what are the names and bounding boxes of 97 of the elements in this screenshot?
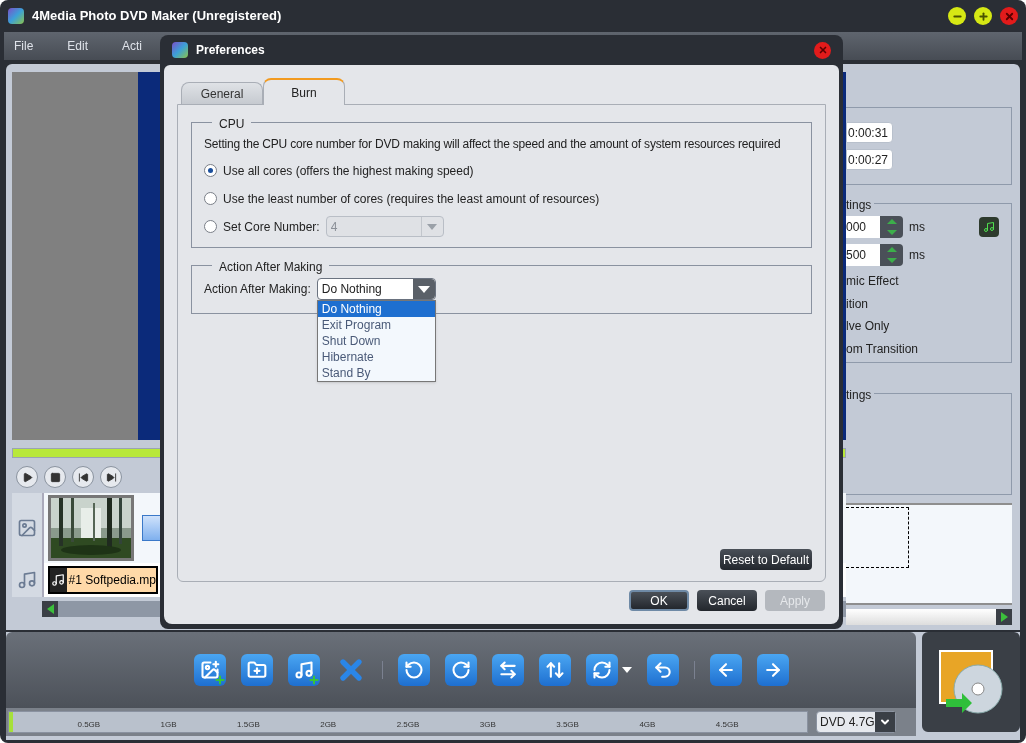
close-icon <box>817 45 828 55</box>
cycle-button[interactable] <box>585 654 618 686</box>
app-icon <box>8 8 24 24</box>
drop-placeholder <box>846 507 909 568</box>
disc-size-select[interactable]: DVD 4.7G <box>816 711 896 733</box>
dialog-icon <box>172 42 188 58</box>
unit-label: ms <box>909 247 925 264</box>
rotate-left-icon <box>403 660 424 680</box>
spin-button[interactable] <box>880 244 903 266</box>
radio-button[interactable] <box>204 164 217 177</box>
play-icon <box>21 471 33 483</box>
reset-button[interactable]: Reset to Default <box>719 549 812 570</box>
scroll-right-button[interactable] <box>996 609 1012 625</box>
unit-label: ms <box>909 219 925 236</box>
capacity-tick-label: 3.5GB <box>556 719 579 731</box>
music-button[interactable] <box>979 217 999 237</box>
rotate-right-button[interactable] <box>444 654 477 686</box>
swap-horizontal-icon <box>497 660 518 680</box>
maximize-icon <box>977 10 989 22</box>
swap-vertical-icon <box>544 660 565 680</box>
menu-item[interactable]: Edit <box>67 37 89 55</box>
arrow-left-button[interactable] <box>709 654 742 686</box>
time-field[interactable]: 0:00:27 <box>846 149 893 170</box>
minimize-button[interactable] <box>948 7 966 25</box>
option-label: mic Effect <box>846 273 900 290</box>
tab[interactable]: General <box>181 82 263 104</box>
rotate-right-icon <box>450 660 471 680</box>
caret-icon[interactable] <box>621 667 632 673</box>
maximize-button[interactable] <box>974 7 992 25</box>
plus-icon <box>213 674 226 686</box>
dialog-title: Preferences <box>196 42 265 59</box>
swap-horizontal-button[interactable] <box>491 654 524 686</box>
close-button[interactable] <box>1000 7 1018 25</box>
capacity-tick-label: 4GB <box>639 719 656 731</box>
close-button[interactable] <box>814 41 831 59</box>
plus-icon <box>307 674 320 686</box>
next-button[interactable] <box>100 466 122 488</box>
cycle-icon <box>591 660 612 680</box>
capacity-tick-label: 3GB <box>479 719 496 731</box>
note-icon <box>51 573 66 587</box>
action-select[interactable]: Do Nothing <box>316 278 436 300</box>
add-folder-button[interactable] <box>240 654 273 686</box>
burn-button[interactable] <box>922 632 1020 732</box>
dropdown-option[interactable]: Shut Down <box>317 333 435 349</box>
dropdown-option[interactable]: Hibernate <box>317 349 435 365</box>
capacity-tick-label: 0.5GB <box>77 719 101 731</box>
disc-burn-icon <box>936 647 1006 717</box>
capacity-tick-label: 1GB <box>160 719 177 731</box>
dropdown-option[interactable]: Do Nothing <box>317 301 435 317</box>
dropdown-option[interactable]: Exit Program <box>317 317 435 333</box>
dropdown-option[interactable]: Stand By <box>317 365 435 381</box>
music-track-icon <box>17 570 37 590</box>
add-music-button[interactable] <box>287 654 320 686</box>
add-image-icon <box>199 660 220 680</box>
dialog-button[interactable]: Cancel <box>697 590 757 611</box>
add-folder-icon <box>246 660 267 680</box>
audio-clip-name: #1 Softpedia.mp <box>67 572 156 589</box>
option-label: ition <box>846 295 869 313</box>
duration-field[interactable]: 500 <box>846 244 880 266</box>
capacity-tick-label: 4.5GB <box>715 719 739 731</box>
radio-label: Use the least number of cores (requires the least amount of resources) <box>223 190 600 208</box>
arrow-right-button[interactable] <box>756 654 789 686</box>
rotate-left-button[interactable] <box>397 654 430 686</box>
radio-button[interactable] <box>204 220 217 233</box>
stop-icon <box>49 471 61 483</box>
add-music-icon <box>293 660 314 680</box>
duration-field[interactable]: 000 <box>846 216 880 238</box>
option-label: lve Only <box>846 318 891 335</box>
music-icon <box>983 221 995 233</box>
scroll-left-button[interactable] <box>42 601 58 617</box>
window-title: 4Media Photo DVD Maker (Unregistered) <box>32 7 282 26</box>
spin-button[interactable] <box>880 216 903 238</box>
cpu-description: Setting the CPU core number for DVD making will affect the speed and the amount of system resources required <box>204 136 782 153</box>
play-button[interactable] <box>16 466 38 488</box>
radio-button[interactable] <box>204 192 217 205</box>
capacity-tick-label: 1.5GB <box>237 719 260 731</box>
undo-icon <box>652 660 673 680</box>
menu-item[interactable]: Acti <box>122 37 143 55</box>
tab[interactable]: Burn <box>263 78 345 105</box>
undo-button[interactable] <box>646 654 679 686</box>
close-icon <box>1003 10 1015 22</box>
dialog-button[interactable]: OK <box>629 590 689 611</box>
capacity-tick-label: 2.5GB <box>396 719 420 731</box>
photo-track-icon <box>17 518 37 538</box>
menu-item[interactable]: File <box>14 37 34 55</box>
next-icon <box>105 471 117 483</box>
previous-button[interactable] <box>72 466 94 488</box>
previous-icon <box>77 471 89 483</box>
stop-button[interactable] <box>44 466 66 488</box>
radio-label: Set Core Number: <box>223 218 320 236</box>
option-label: om Transition <box>846 340 920 358</box>
radio-label: Use all cores (offers the highest making speed) <box>223 162 474 180</box>
action-label: Action After Making: <box>204 281 311 298</box>
time-field[interactable]: 0:00:31 <box>846 122 893 143</box>
capacity-tick-label: 2GB <box>320 719 337 731</box>
swap-vertical-button[interactable] <box>538 654 571 686</box>
add-image-button[interactable] <box>193 654 226 686</box>
